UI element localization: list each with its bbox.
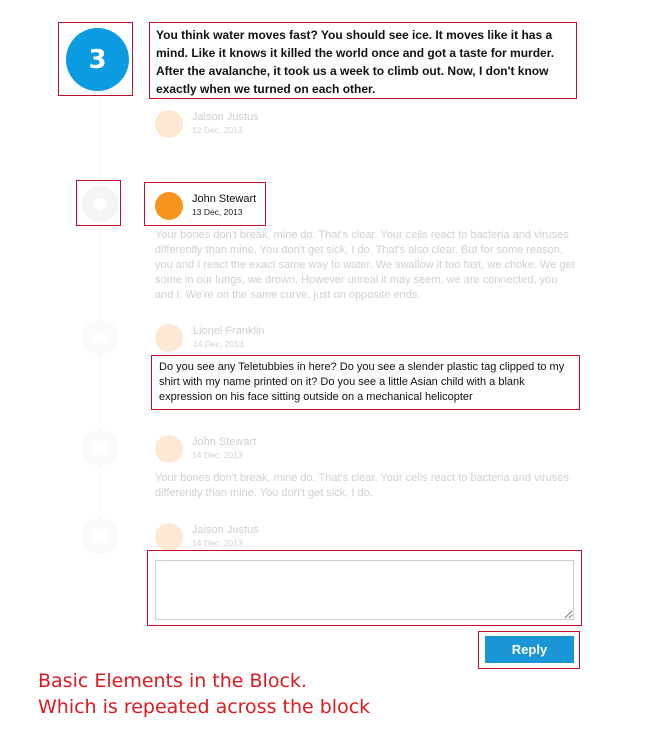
avatar (155, 324, 183, 352)
speech-bubble-icon (93, 332, 107, 345)
speech-bubble-icon (93, 531, 107, 544)
comment-date: 14 Dec, 2013 (192, 538, 243, 548)
caption-line-1: Basic Elements in the Block. (38, 670, 307, 692)
annotation-box-author (144, 182, 266, 226)
comment-icon (82, 319, 118, 355)
comment-author: Jaison Justus (192, 111, 259, 123)
comment-body: Your bones don't break, mine do. That's … (155, 229, 575, 301)
annotation-box-badge (58, 22, 133, 96)
annotation-box-reply (478, 631, 580, 669)
comment-date: 14 Dec, 2013 (192, 450, 243, 460)
avatar (155, 435, 183, 463)
comment-author: Jaison Justus (192, 524, 259, 536)
avatar (155, 523, 183, 551)
annotation-box-icon (76, 180, 121, 226)
comment-icon (82, 518, 118, 554)
comment-author: Lionel Franklin (193, 325, 265, 337)
annotation-box-textarea (147, 550, 582, 626)
comment-author: John Stewart (192, 436, 257, 448)
comment-date: 12 Dec, 2013 (192, 125, 243, 135)
comment-body: Your bones don't break, mine do. That's … (155, 472, 569, 499)
annotation-box-body (151, 355, 580, 410)
speech-bubble-icon (93, 443, 107, 456)
caption-line-2: Which is repeated across the block (38, 696, 371, 718)
timeline-line (99, 90, 100, 540)
comment-icon (82, 430, 118, 466)
avatar (155, 110, 183, 138)
annotation-box-intro (149, 22, 577, 99)
comment-date: 14 Dec, 2013 (193, 339, 244, 349)
